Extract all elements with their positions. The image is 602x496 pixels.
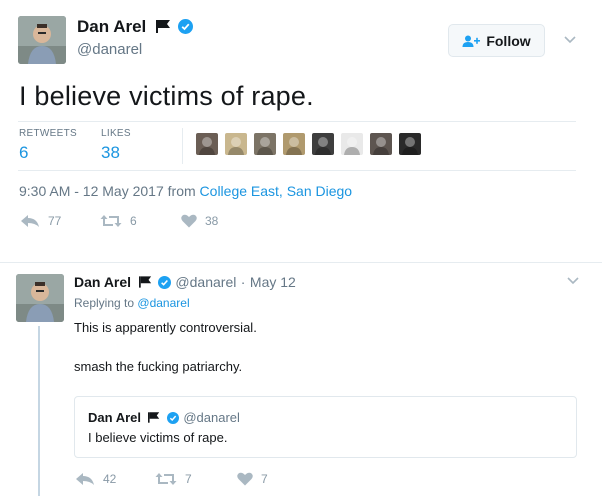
likers-avatars — [196, 133, 421, 155]
tweet-meta: 9:30 AM - 12 May 2017 from College East,… — [19, 183, 352, 199]
liker-avatar-4[interactable] — [283, 133, 305, 155]
verified-badge-icon — [166, 412, 179, 424]
like-count: 7 — [261, 472, 268, 486]
author-name[interactable]: Dan Arel — [77, 17, 146, 36]
replying-to-handle[interactable]: @danarel — [137, 296, 189, 310]
author-handle[interactable]: @danarel — [77, 41, 142, 58]
retweet-count: 7 — [185, 472, 192, 486]
author-name-row: Dan Arel — [77, 17, 194, 37]
chevron-down-icon[interactable] — [563, 35, 577, 45]
reply-header: Dan Arel @danarel · May 12 — [74, 274, 296, 292]
like-action[interactable]: 7 — [237, 472, 268, 486]
author-avatar[interactable] — [18, 16, 66, 64]
retweet-action[interactable]: 7 — [155, 472, 192, 486]
replying-to: Replying to @danarel — [74, 296, 190, 310]
liker-avatar-1[interactable] — [196, 133, 218, 155]
follow-label: Follow — [486, 32, 531, 49]
retweet-icon — [100, 215, 122, 227]
retweets-count[interactable]: 6 — [19, 143, 28, 163]
reply-icon — [21, 215, 39, 227]
quoted-tweet[interactable]: Dan Arel @danarel I believe victims of r… — [74, 396, 577, 458]
timestamp[interactable]: 9:30 AM - 12 May 2017 — [19, 183, 164, 199]
reply-author-name[interactable]: Dan Arel — [74, 274, 131, 290]
reply-text-line-2: smash the fucking patriarchy. — [74, 359, 243, 374]
reply-text-line-1: This is apparently controversial. — [74, 320, 257, 335]
likes-count[interactable]: 38 — [101, 143, 120, 163]
divider — [18, 121, 576, 122]
like-action[interactable]: 38 — [181, 214, 218, 228]
reply-count: 77 — [48, 214, 62, 228]
thread-line — [38, 326, 40, 496]
reply-action[interactable]: 42 — [75, 472, 116, 486]
liker-avatar-5[interactable] — [312, 133, 334, 155]
liker-avatar-7[interactable] — [370, 133, 392, 155]
verified-badge-icon — [178, 19, 194, 34]
liker-avatar-3[interactable] — [254, 133, 276, 155]
black-flag-icon — [148, 412, 160, 423]
section-divider — [0, 262, 602, 263]
follow-user-icon — [462, 35, 481, 47]
black-flag-icon — [155, 20, 170, 33]
retweet-action[interactable]: 6 — [100, 214, 137, 228]
liker-avatar-8[interactable] — [399, 133, 421, 155]
like-count: 38 — [205, 214, 219, 228]
tweet-text: I believe victims of rape. — [19, 81, 314, 111]
liker-avatar-2[interactable] — [225, 133, 247, 155]
heart-icon — [181, 214, 197, 228]
verified-badge-icon — [157, 276, 171, 289]
reply-action[interactable]: 77 — [20, 214, 61, 228]
separator-dot: · — [240, 274, 246, 290]
quoted-author-handle: @danarel — [183, 410, 240, 425]
reply-author-avatar[interactable] — [16, 274, 64, 322]
reply-count: 42 — [103, 472, 117, 486]
quoted-author-name: Dan Arel — [88, 410, 141, 425]
follow-button[interactable]: Follow — [448, 24, 545, 57]
liker-avatar-6[interactable] — [341, 133, 363, 155]
divider — [18, 170, 576, 171]
reply-icon — [76, 473, 94, 485]
retweet-icon — [155, 473, 177, 485]
quoted-header: Dan Arel @danarel — [88, 409, 240, 427]
reply-date[interactable]: May 12 — [250, 274, 296, 290]
location-link[interactable]: College East, San Diego — [200, 183, 353, 199]
stat-divider — [182, 128, 183, 164]
retweets-label: RETWEETS — [19, 128, 77, 139]
likes-label: LIKES — [101, 128, 131, 139]
black-flag-icon — [138, 276, 151, 288]
quoted-text: I believe victims of rape. — [88, 430, 228, 445]
reply-author-handle[interactable]: @danarel — [175, 274, 236, 290]
heart-icon — [237, 472, 253, 486]
retweet-count: 6 — [130, 214, 137, 228]
replying-to-label: Replying to — [74, 296, 135, 310]
from-text: from — [167, 183, 196, 199]
chevron-down-icon[interactable] — [566, 276, 580, 286]
